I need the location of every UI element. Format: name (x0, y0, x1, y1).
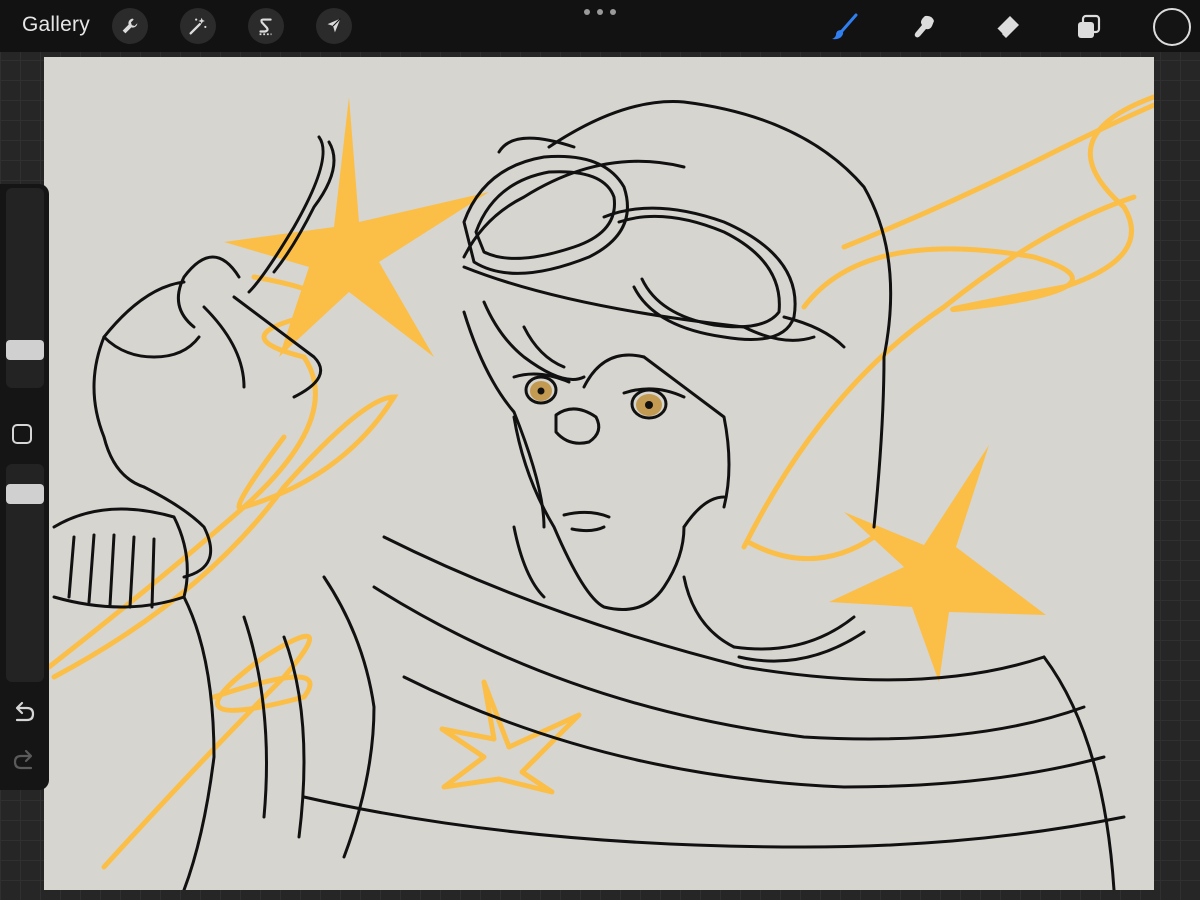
eraser-icon (996, 16, 1019, 38)
brush-icon (832, 13, 858, 40)
more-dots-icon[interactable] (584, 6, 616, 18)
brush-size-slider[interactable] (6, 188, 44, 388)
actions-button[interactable] (112, 8, 148, 44)
magic-wand-icon (189, 17, 207, 35)
color-picker-button[interactable] (1153, 8, 1191, 46)
line-art-drawing (46, 94, 1154, 890)
selection-button[interactable] (248, 8, 284, 44)
left-sidebar (0, 184, 49, 790)
undo-icon[interactable] (11, 700, 37, 726)
adjustments-button[interactable] (180, 8, 216, 44)
brush-tool-button[interactable] (826, 8, 864, 46)
redo-icon[interactable] (11, 748, 37, 774)
selection-s-icon (259, 18, 272, 36)
gallery-button[interactable]: Gallery (22, 13, 90, 37)
opacity-thumb[interactable] (6, 484, 44, 504)
transform-button[interactable] (316, 8, 352, 44)
wrench-icon (122, 18, 138, 34)
opacity-slider[interactable] (6, 464, 44, 682)
eraser-tool-button[interactable] (988, 8, 1026, 46)
brush-size-thumb[interactable] (6, 340, 44, 360)
star-shape-right (829, 445, 1046, 682)
layers-tool-button[interactable] (1070, 8, 1108, 46)
modify-button[interactable] (12, 424, 32, 444)
star-outline (439, 679, 582, 795)
arrow-cursor-icon (327, 18, 341, 33)
top-toolbar: Gallery (0, 0, 1200, 52)
smudge-icon (914, 15, 934, 38)
smudge-tool-button[interactable] (906, 8, 944, 46)
drawing-canvas[interactable] (44, 57, 1154, 890)
layers-icon (1078, 14, 1101, 38)
